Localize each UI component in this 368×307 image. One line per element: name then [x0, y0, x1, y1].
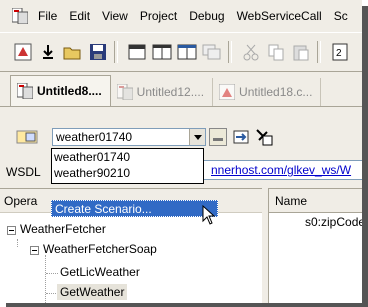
tree-node-getweather[interactable]: GetWeather — [57, 284, 128, 300]
mouse-cursor-icon — [202, 204, 216, 228]
dropdown-option-weather01740[interactable]: weather01740 — [52, 149, 203, 165]
tab-untitled12[interactable]: Untitled12.... — [111, 78, 214, 106]
cut-icon — [240, 41, 262, 63]
menu-edit[interactable]: Edit — [63, 0, 96, 32]
toolbar-separator — [317, 41, 321, 63]
new-project-icon[interactable] — [12, 41, 34, 63]
paste-icon — [290, 41, 312, 63]
tab-label: Untitled8.... — [37, 84, 102, 98]
tab-label: Untitled12.... — [136, 85, 205, 99]
menu-bar: File Edit View Project Debug WebServiceC… — [0, 0, 362, 32]
app-icon — [11, 7, 29, 25]
collapse-child-toggle[interactable] — [30, 246, 39, 255]
open-folder-icon[interactable] — [62, 41, 84, 63]
window-shadow — [6, 303, 368, 307]
tab-untitled8[interactable]: Untitled8.... — [10, 75, 111, 106]
window-shadow — [362, 6, 368, 307]
menu-debug[interactable]: Debug — [183, 0, 230, 32]
toolbar-separator — [114, 41, 118, 63]
import-icon[interactable] — [233, 129, 251, 148]
menu-view[interactable]: View — [96, 0, 134, 32]
copy-icon — [265, 41, 287, 63]
wsdl-label: WSDL — [6, 165, 41, 179]
toolbar-separator — [228, 41, 232, 63]
menu-scenario[interactable]: Sc — [328, 0, 354, 32]
edit-scenario-button[interactable] — [209, 128, 227, 146]
tree-line — [46, 273, 58, 274]
wsdl-url-text[interactable]: nnerhost.com/glkev_ws/W — [211, 163, 351, 177]
parameter-cell[interactable]: s0:zipCode — [305, 215, 362, 229]
document-tabs: Untitled8.... Untitled12.... Untitled18.… — [0, 72, 362, 107]
menu-project[interactable]: Project — [134, 0, 183, 32]
scenario-selected-value: weather01740 — [56, 130, 133, 144]
document-icon[interactable]: 2 — [329, 41, 351, 63]
project-file-icon — [16, 82, 34, 100]
collapse-root-toggle[interactable] — [7, 226, 16, 235]
tree-node-getlicweather[interactable]: GetLicWeather — [60, 265, 140, 279]
name-column-label: Name — [275, 194, 308, 208]
scenario-icon — [16, 130, 38, 147]
tree-node-weatherfetchersoap[interactable]: WeatherFetcherSoap — [43, 242, 157, 256]
name-column-header[interactable]: Name — [269, 189, 362, 213]
parameters-pane: Name s0:zipCode — [268, 188, 362, 303]
chevron-down-icon[interactable] — [189, 129, 205, 145]
tree-line — [17, 239, 18, 247]
project-file-icon — [116, 83, 134, 101]
dropdown-option-weather90210[interactable]: weather90210 — [52, 165, 203, 181]
menu-webservicecall[interactable]: WebServiceCall — [231, 0, 328, 32]
window-icon[interactable] — [126, 41, 148, 63]
chart-file-icon — [218, 83, 236, 101]
toolbar: 2 — [0, 32, 362, 72]
download-icon[interactable] — [37, 41, 59, 63]
tree-line — [45, 255, 46, 303]
app-window: File Edit View Project Debug WebServiceC… — [0, 0, 362, 303]
scenario-combobox[interactable]: weather01740 — [52, 128, 206, 146]
operations-header-label: Opera — [4, 194, 38, 208]
cascade-icon — [201, 41, 223, 63]
tile-windows-icon[interactable] — [151, 41, 173, 63]
tab-untitled18[interactable]: Untitled18.c... — [213, 78, 322, 106]
save-icon[interactable] — [87, 41, 109, 63]
tree-node-weatherfetcher[interactable]: WeatherFetcher — [20, 222, 106, 236]
scenario-tool-icon[interactable] — [255, 128, 273, 149]
tab-label: Untitled18.c... — [239, 85, 313, 99]
create-scenario-label: Create Scenario... — [55, 202, 152, 216]
menu-file[interactable]: File — [32, 0, 63, 32]
scenario-dropdown-list[interactable]: weather01740 weather90210 — [51, 148, 204, 184]
svg-text:2: 2 — [336, 48, 342, 59]
create-scenario-option[interactable]: Create Scenario... — [51, 200, 218, 217]
split-view-icon[interactable] — [176, 41, 198, 63]
